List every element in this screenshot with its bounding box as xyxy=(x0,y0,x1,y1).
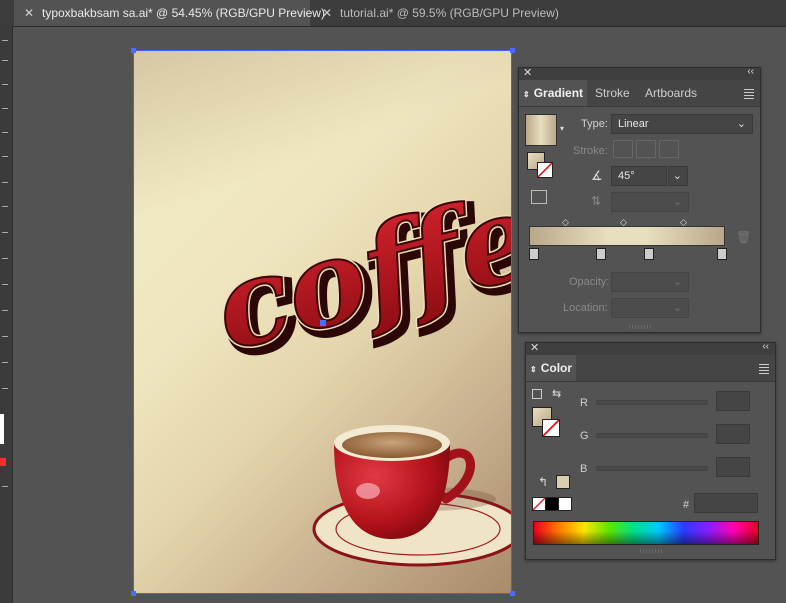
close-panel-icon[interactable]: ✕ xyxy=(523,66,532,79)
gradient-panel: ✕ ‹‹ ⇕ Gradient Stroke Artboards ▾ Type: L… xyxy=(518,66,761,333)
gradient-swatch-dropdown-icon[interactable]: ▾ xyxy=(560,124,564,133)
last-color-swatch[interactable] xyxy=(556,475,570,489)
tab-gradient-label: Gradient xyxy=(533,86,584,100)
chevron-down-icon: ⌄ xyxy=(736,118,746,130)
selection-handle[interactable] xyxy=(131,48,136,53)
aspect-ratio-input: ⌄ xyxy=(611,192,689,212)
aspect-ratio-icon: ⇅ xyxy=(591,194,602,208)
close-tab-icon[interactable]: ✕ xyxy=(320,0,334,26)
stroke-none-icon[interactable] xyxy=(542,419,560,437)
coffee-surface xyxy=(342,432,442,458)
tab-tutorial[interactable]: ✕ tutorial.ai* @ 59.5% (RGB/GPU Preview) xyxy=(312,0,559,26)
color-spectrum[interactable] xyxy=(533,521,759,545)
color-stop[interactable] xyxy=(529,248,539,260)
panel-options-icon: ⇕ xyxy=(523,90,530,99)
channel-b-slider[interactable] xyxy=(596,466,708,471)
document-tab-bar: ✕ typoxbakbsam sa.ai* @ 54.45% (RGB/GPU P… xyxy=(0,0,786,27)
white-color-swatch[interactable] xyxy=(558,497,572,511)
tab-color-label: Color xyxy=(540,361,573,375)
type-label: Type: xyxy=(581,118,608,130)
channel-r-slider[interactable] xyxy=(596,400,708,405)
selection-handle[interactable] xyxy=(510,591,515,596)
color-stop[interactable] xyxy=(644,248,654,260)
stroke-label: Stroke: xyxy=(573,145,608,157)
tab-label: typoxbakbsam sa.ai* @ 54.45% (RGB/GPU Pr… xyxy=(42,6,325,20)
gradient-preview-swatch[interactable] xyxy=(525,114,557,146)
black-color-swatch[interactable] xyxy=(545,497,559,511)
channel-g-slider[interactable] xyxy=(596,433,708,438)
last-color-icon[interactable]: ↰ xyxy=(538,475,548,489)
color-stop[interactable] xyxy=(596,248,606,260)
opacity-input: ⌄ xyxy=(611,272,689,292)
chevron-down-icon: ⌄ xyxy=(672,170,682,182)
swap-colors-icon[interactable]: ⇆ xyxy=(552,387,561,400)
collapse-panel-icon[interactable]: ‹‹ xyxy=(762,341,769,352)
reverse-gradient-icon[interactable] xyxy=(531,190,547,204)
panel-menu-icon[interactable] xyxy=(759,364,769,376)
angle-input[interactable]: 45° xyxy=(611,166,667,186)
channel-r-input[interactable] xyxy=(716,391,750,411)
tab-label: tutorial.ai* @ 59.5% (RGB/GPU Preview) xyxy=(340,6,559,20)
tab-color[interactable]: ⇕ Color xyxy=(526,355,576,381)
coffee-headline: coffee xyxy=(201,146,512,377)
angle-icon: ∡ xyxy=(591,168,603,183)
selection-handle[interactable] xyxy=(131,591,136,596)
color-panel: ✕ ‹‹ ⇕ Color ⇆ R G B ↰ # xyxy=(525,341,776,560)
tab-typoxbakbsam[interactable]: ✕ typoxbakbsam sa.ai* @ 54.45% (RGB/GPU P… xyxy=(14,0,325,26)
stroke-swatch-icon[interactable] xyxy=(0,458,6,466)
close-panel-icon[interactable]: ✕ xyxy=(530,341,539,354)
fill-swatch-icon[interactable] xyxy=(0,414,4,444)
none-color-icon[interactable] xyxy=(532,497,546,511)
opacity-label: Opacity: xyxy=(569,276,610,288)
stroke-along-icon[interactable] xyxy=(636,140,656,158)
selection-handle[interactable] xyxy=(510,48,515,53)
channel-r-label: R xyxy=(580,397,588,409)
default-colors-icon[interactable] xyxy=(532,389,542,399)
panel-resize-grip[interactable] xyxy=(640,549,662,553)
tab-artboards[interactable]: Artboards xyxy=(645,80,697,106)
tab-stroke[interactable]: Stroke xyxy=(595,80,630,106)
chevron-down-icon: ⌄ xyxy=(672,302,682,314)
collapse-panel-icon[interactable]: ‹‹ xyxy=(747,66,754,77)
hex-label: # xyxy=(683,499,690,511)
channel-b-input[interactable] xyxy=(716,457,750,477)
channel-g-label: G xyxy=(580,430,589,442)
location-label: Location: xyxy=(563,302,608,314)
stroke-across-icon[interactable] xyxy=(659,140,679,158)
tools-panel[interactable] xyxy=(0,26,13,603)
close-tab-icon[interactable]: ✕ xyxy=(22,0,36,26)
color-stop[interactable] xyxy=(717,248,727,260)
gradient-type-value: Linear xyxy=(618,118,649,130)
trash-icon[interactable]: 🗑 xyxy=(736,230,751,244)
chevron-down-icon: ⌄ xyxy=(672,276,682,288)
selection-center-point[interactable] xyxy=(320,320,326,326)
tab-gradient[interactable]: ⇕ Gradient xyxy=(519,80,587,106)
location-input: ⌄ xyxy=(611,298,689,318)
channel-g-input[interactable] xyxy=(716,424,750,444)
stroke-none-icon[interactable] xyxy=(537,162,553,178)
chevron-down-icon: ⌄ xyxy=(672,196,682,208)
hex-input[interactable] xyxy=(694,493,758,513)
channel-b-label: B xyxy=(580,463,588,475)
panel-resize-grip[interactable] xyxy=(629,325,651,329)
stroke-within-icon[interactable] xyxy=(613,140,633,158)
gradient-type-dropdown[interactable]: Linear ⌄ xyxy=(611,114,753,134)
panel-menu-icon[interactable] xyxy=(744,89,754,101)
gradient-slider[interactable] xyxy=(529,226,725,246)
angle-dropdown[interactable]: ⌄ xyxy=(668,166,688,186)
panel-options-icon: ⇕ xyxy=(530,365,537,374)
